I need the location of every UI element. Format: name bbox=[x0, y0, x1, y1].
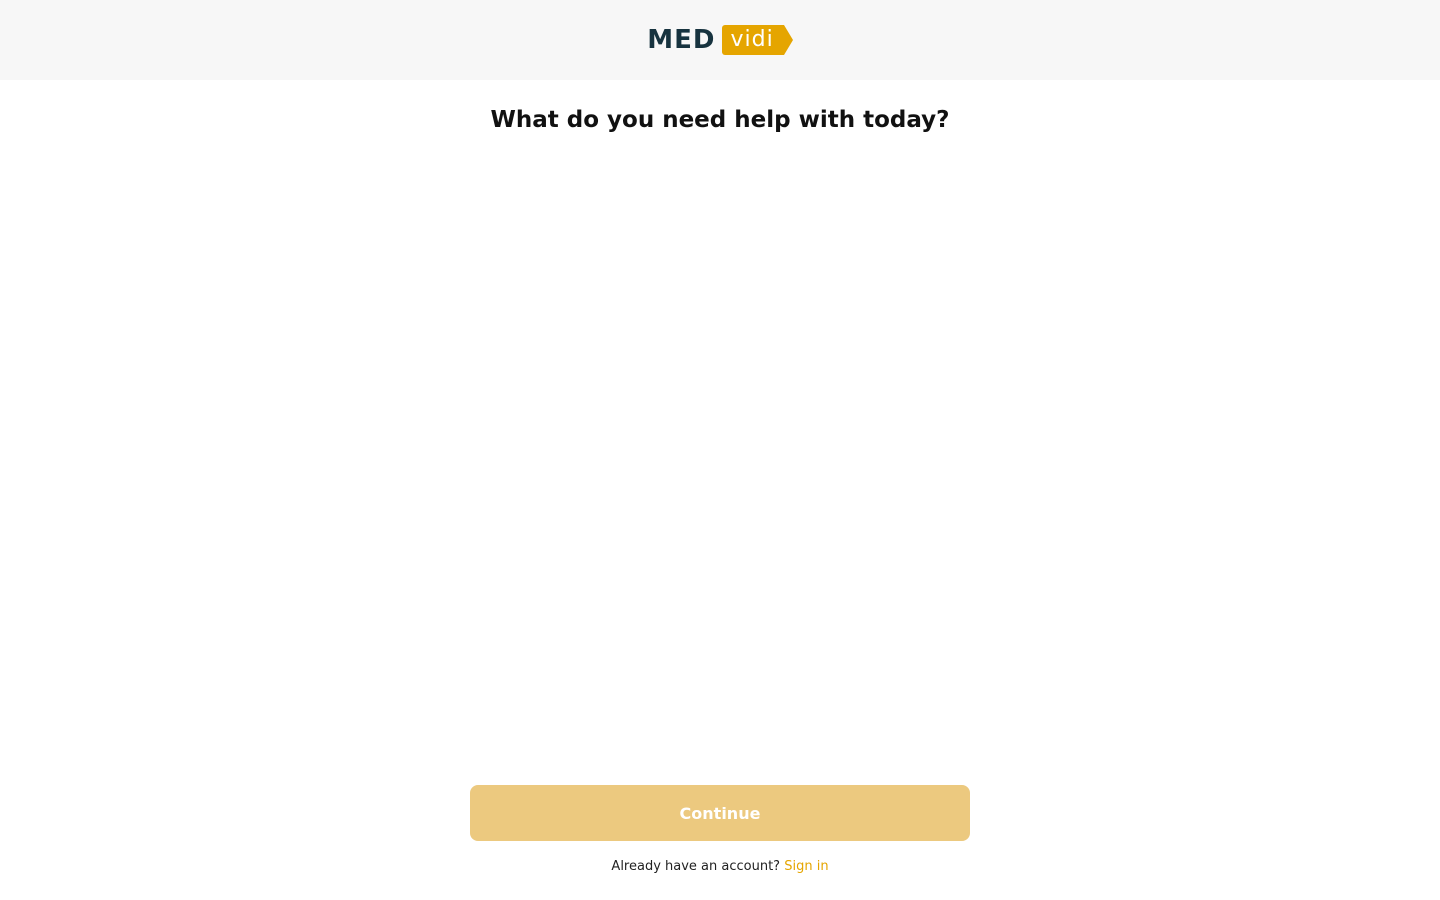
account-prompt: Already have an account? bbox=[611, 859, 781, 874]
signin-row: Already have an account? Sign in bbox=[0, 856, 1440, 878]
logo-vidi-badge: vidi bbox=[721, 25, 793, 55]
sign-in-link[interactable]: Sign in bbox=[784, 859, 828, 874]
logo-vidi-text: vidi bbox=[721, 25, 784, 55]
header: MED vidi bbox=[0, 0, 1440, 80]
continue-button[interactable]: Continue bbox=[470, 785, 970, 841]
page-title: What do you need help with today? bbox=[490, 107, 950, 133]
logo-med-text: MED bbox=[647, 25, 716, 55]
medvidi-logo[interactable]: MED vidi bbox=[647, 24, 793, 56]
logo-arrow-icon bbox=[783, 25, 793, 55]
